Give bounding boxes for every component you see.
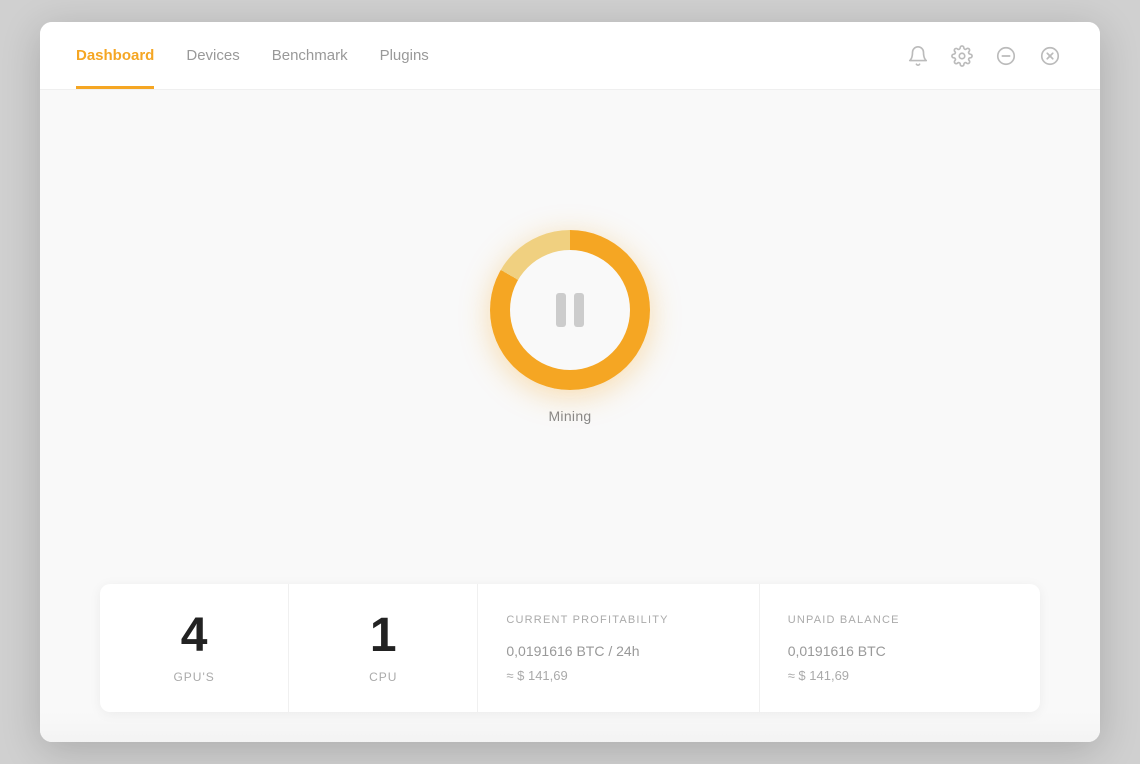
gpu-count: 4 [181, 612, 208, 660]
close-icon[interactable] [1036, 42, 1064, 70]
cpu-label: CPU [369, 670, 397, 684]
gpu-label: GPU'S [173, 670, 214, 684]
app-window: Dashboard Devices Benchmark Plugins [40, 22, 1100, 742]
minimize-icon[interactable] [992, 42, 1020, 70]
balance-unit: BTC [854, 643, 886, 659]
mining-status-label: Mining [548, 408, 591, 424]
mining-area: Mining [490, 90, 650, 584]
nav-tabs: Dashboard Devices Benchmark Plugins [76, 22, 429, 89]
settings-icon[interactable] [948, 42, 976, 70]
cpu-stat-card: 1 CPU [289, 584, 478, 712]
mining-button-wrapper [490, 230, 650, 390]
balance-card: UNPAID BALANCE 0,0191616 BTC ≈ $ 141,69 [760, 584, 1040, 712]
bottom-hint [40, 712, 1100, 742]
balance-title: UNPAID BALANCE [788, 614, 1012, 626]
tab-plugins[interactable]: Plugins [380, 22, 429, 89]
mining-toggle-button[interactable] [490, 230, 650, 390]
pause-bar-left [556, 293, 566, 327]
profitability-card: CURRENT PROFITABILITY 0,0191616 BTC / 24… [478, 584, 759, 712]
gpu-stat-card: 4 GPU'S [100, 584, 289, 712]
profitability-value: 0,0191616 BTC / 24h [506, 636, 730, 662]
pause-bar-right [574, 293, 584, 327]
main-content: Mining 4 GPU'S 1 CPU CURRENT PROFITABILI… [40, 90, 1100, 742]
balance-value: 0,0191616 BTC [788, 636, 1012, 662]
header: Dashboard Devices Benchmark Plugins [40, 22, 1100, 90]
tab-devices[interactable]: Devices [186, 22, 239, 89]
profitability-unit: BTC / 24h [573, 643, 640, 659]
tab-dashboard[interactable]: Dashboard [76, 22, 154, 89]
profitability-title: CURRENT PROFITABILITY [506, 614, 730, 626]
profitability-approx: ≈ $ 141,69 [506, 668, 730, 683]
balance-approx: ≈ $ 141,69 [788, 668, 1012, 683]
header-icons [904, 42, 1064, 70]
bell-icon[interactable] [904, 42, 932, 70]
pause-icon [556, 293, 584, 327]
tab-benchmark[interactable]: Benchmark [272, 22, 348, 89]
cpu-count: 1 [370, 612, 397, 660]
stats-row: 4 GPU'S 1 CPU CURRENT PROFITABILITY 0,01… [100, 584, 1040, 712]
